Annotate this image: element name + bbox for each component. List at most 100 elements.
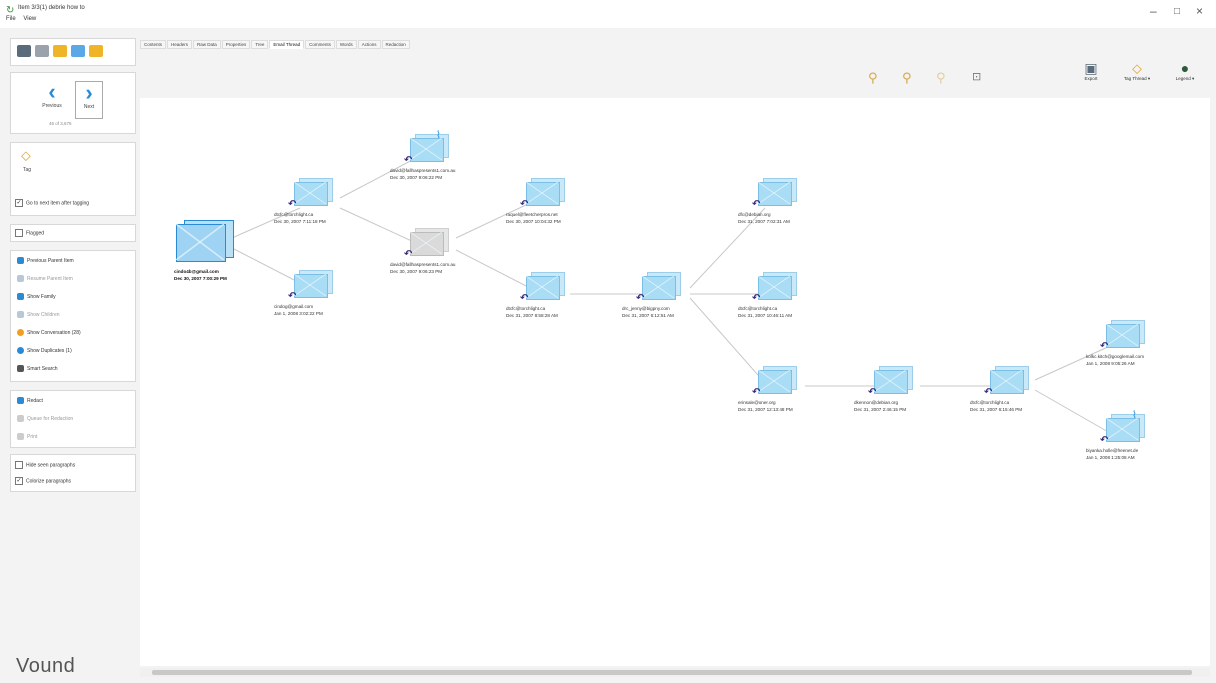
hide-seen-checkbox[interactable] — [15, 461, 23, 469]
legend-label: Legend ▾ — [1175, 76, 1195, 81]
hide-seen-paragraphs-option[interactable]: Hide seen paragraphs — [15, 461, 75, 469]
tag-label[interactable]: Tag — [23, 167, 31, 173]
node-date: Dec 31, 2007 6:15:46 PM — [970, 407, 1023, 412]
minimize-button[interactable]: – — [1150, 4, 1157, 18]
tab-actions[interactable]: Actions — [357, 40, 381, 49]
tab-email-thread[interactable]: Email Thread — [269, 40, 305, 49]
node-email: drc_jenny@bigpny.com — [622, 306, 670, 311]
reply-icon: ↶ — [520, 199, 529, 210]
legend-button[interactable]: ● Legend ▾ — [1170, 60, 1200, 82]
parent-icon — [17, 275, 24, 282]
thread-node-missing[interactable]: ↶ david@fallhaspresents1.com.au Dec 30, 2… — [390, 228, 456, 302]
quick-toolbar — [10, 38, 136, 66]
thread-node[interactable]: ↶ dtcfc@torchlight.ca Dec 31, 2007 6:15:4… — [970, 366, 1036, 440]
save-icon[interactable] — [17, 45, 31, 57]
tab-comments[interactable]: Comments — [305, 40, 335, 49]
node-label: cindog@gmail.com Jan 1, 2008 3:02:22 PM — [274, 303, 370, 317]
print-icon — [17, 433, 24, 440]
thread-node[interactable]: ↶ cindog@gmail.com Jan 1, 2008 3:02:22 PM — [274, 270, 340, 344]
family-icon — [17, 293, 24, 300]
maximize-button[interactable]: □ — [1174, 6, 1180, 17]
action-label: Show Children — [27, 311, 60, 318]
tab-contents[interactable]: Contents — [140, 40, 167, 49]
node-email: dtcfc@torchlight.ca — [506, 306, 546, 311]
menu-view[interactable]: View — [23, 16, 36, 22]
tab-headers[interactable]: Headers — [167, 40, 193, 49]
thread-node[interactable]: ↶ dtcfc@torchlight.ca Dec 31, 2007 8:58:2… — [506, 272, 572, 346]
queue-icon — [17, 415, 24, 422]
export-button[interactable]: ▣ Export — [1076, 60, 1106, 81]
export-label: Export — [1084, 76, 1098, 81]
reply-icon: ↶ — [1100, 341, 1109, 352]
smart-search-action[interactable]: Smart Search — [17, 365, 58, 372]
folder-icon[interactable] — [89, 45, 103, 57]
email-icon — [1106, 320, 1145, 350]
go-next-checkbox[interactable] — [15, 199, 23, 207]
queue-label: Queue for Redaction — [27, 415, 74, 422]
zoom-reset-icon[interactable]: ⚲ — [936, 70, 946, 86]
flagged-option[interactable]: Flagged — [15, 229, 44, 237]
reply-icon: ↶ — [752, 199, 761, 210]
tag-icon[interactable]: ⬦ — [21, 147, 31, 164]
show-children-action: Show Children — [17, 311, 60, 318]
sidebar: ‹ Previous › Next 46 of 3,675 ⬦ Tag Go t… — [4, 30, 136, 680]
thread-node[interactable]: ↶ dtcfc@torchlight.ca Dec 31, 2007 10:46:… — [738, 272, 804, 346]
redact-action[interactable]: Redact — [17, 397, 43, 404]
thread-node[interactable]: ↶ kolkc.kitch@googlemail.com Jan 1, 2008 … — [1086, 320, 1152, 394]
reply-icon: ↶ — [752, 293, 761, 304]
menu-file[interactable]: File — [6, 16, 16, 22]
print-label: Print — [27, 433, 38, 440]
print-icon[interactable] — [35, 45, 49, 57]
tab-properties[interactable]: Properties — [221, 40, 251, 49]
colorize-paragraphs-option[interactable]: Colorize paragraphs — [15, 477, 71, 485]
thread-node[interactable]: ↶ raquel@fleetcherpros.net Dec 30, 2007 1… — [506, 178, 572, 252]
zoom-in-icon[interactable]: ⚲ — [868, 70, 878, 86]
next-label: Next — [83, 104, 95, 110]
node-email: dkennon@debian.org — [854, 400, 898, 405]
flagged-checkbox[interactable] — [15, 229, 23, 237]
tab-words[interactable]: Words — [335, 40, 357, 49]
vound-logo: Vound — [16, 655, 76, 677]
thread-node[interactable]: ↶ dfc@debian.org Dec 31, 2007 7:02:31 AM — [738, 178, 804, 252]
node-date: Dec 31, 2007 2:46:15 PM — [854, 407, 907, 412]
thread-node[interactable]: ↶ drc_jenny@bigpny.com Dec 31, 2007 6:12:… — [622, 272, 688, 346]
thread-node[interactable]: ↶ erinsale@oner.org Dec 31, 2007 12:13:48… — [738, 366, 804, 440]
tab-raw-data[interactable]: Raw Data — [193, 40, 221, 49]
colorize-checkbox[interactable] — [15, 477, 23, 485]
redact-panel: Redact Queue for Redaction Print — [10, 390, 136, 448]
children-icon — [17, 311, 24, 318]
go-next-label: Go to next item after tagging — [26, 200, 90, 207]
tag-thread-button[interactable]: ⬦ Tag Thread ▾ — [1122, 60, 1152, 82]
previous-button[interactable]: ‹ Previous — [39, 81, 65, 117]
tag-panel: ⬦ Tag Go to next item after tagging — [10, 142, 136, 216]
thread-canvas[interactable]: cindo4b@gmail.com Dec 30, 2007 7:00:29 PM… — [140, 98, 1210, 666]
colorize-label: Colorize paragraphs — [26, 478, 72, 485]
tab-redaction[interactable]: Redaction — [381, 40, 410, 49]
node-label: cindo4b@gmail.com Dec 30, 2007 7:00:29 PM — [174, 268, 270, 282]
show-family-action[interactable]: Show Family — [17, 293, 56, 300]
next-button[interactable]: › Next — [75, 81, 103, 119]
scrollbar-thumb[interactable] — [152, 670, 1192, 675]
node-email: cindog@gmail.com — [274, 304, 314, 309]
close-button[interactable]: × — [1196, 4, 1203, 18]
horizontal-scrollbar[interactable] — [140, 668, 1210, 677]
show-conversation-action[interactable]: Show Conversation (28) — [17, 329, 81, 336]
parent-icon — [17, 257, 24, 264]
export-icon[interactable] — [53, 45, 67, 57]
previous-parent-item-action[interactable]: Previous Parent Item — [17, 257, 74, 264]
thread-node[interactable]: ↶ dtcfc@torchlight.ca Dec 30, 2007 7:11:1… — [274, 178, 340, 252]
zoom-out-icon[interactable]: ⚲ — [902, 70, 912, 86]
reply-icon: ↶ — [520, 293, 529, 304]
node-email: erinsale@oner.org — [738, 400, 776, 405]
go-next-after-tag-option[interactable]: Go to next item after tagging — [15, 199, 89, 207]
attachment-icon: ⌇ — [1132, 410, 1137, 421]
thread-node-root[interactable]: cindo4b@gmail.com Dec 30, 2007 7:00:29 PM — [174, 220, 236, 294]
thread-node[interactable]: ↶ dkennon@debian.org Dec 31, 2007 2:46:15… — [854, 366, 920, 440]
tab-tree[interactable]: Tree — [251, 40, 269, 49]
thread-node[interactable]: ↶ ⌇ biyanka.holle@freenet.de Jan 1, 2008 … — [1086, 410, 1152, 488]
fit-to-window-icon[interactable]: ⊡ — [972, 70, 981, 83]
list-icon[interactable] — [71, 45, 85, 57]
show-duplicates-action[interactable]: Show Duplicates (1) — [17, 347, 72, 354]
thread-node[interactable]: ↶ ⌇ david@fallhaspresents1.com.au Dec 30,… — [390, 130, 456, 208]
email-icon — [526, 178, 565, 208]
